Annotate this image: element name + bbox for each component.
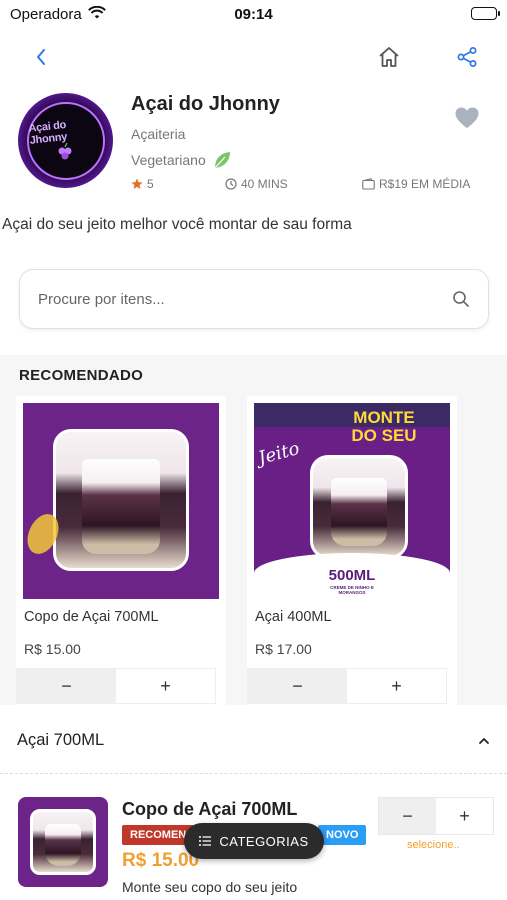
select-hint: selecione.. bbox=[407, 839, 460, 851]
delivery-time: 40 MINS bbox=[225, 177, 288, 191]
store-category: Açaiteria bbox=[131, 126, 186, 142]
star-icon bbox=[131, 178, 143, 189]
rating: 5 bbox=[131, 177, 154, 191]
favorite-button[interactable] bbox=[454, 106, 480, 135]
poster-line-2: DO SEU bbox=[351, 426, 417, 445]
back-button[interactable] bbox=[26, 42, 56, 72]
category-title[interactable]: Açai 700ML bbox=[17, 731, 104, 750]
decrease-button[interactable]: − bbox=[379, 798, 436, 834]
store-tag-label: Vegetariano bbox=[131, 152, 206, 168]
store-tag: Vegetariano bbox=[131, 150, 232, 170]
decrease-button[interactable]: − bbox=[248, 669, 347, 703]
product-card[interactable]: Copo de Açai 700ML R$ 15.00 − + bbox=[16, 396, 226, 706]
quantity-stepper: − + bbox=[247, 668, 447, 704]
share-icon bbox=[457, 47, 477, 67]
item-image[interactable] bbox=[18, 797, 108, 887]
product-image: MONTE DO SEU Jeito 500ML CREME DE NINHO … bbox=[254, 403, 450, 599]
poster-line-1: MONTE bbox=[353, 408, 415, 427]
item-description: Monte seu copo do seu jeito bbox=[122, 879, 298, 895]
item-name[interactable]: Copo de Açai 700ML bbox=[122, 799, 297, 820]
categories-button[interactable]: CATEGORIAS bbox=[184, 823, 324, 859]
poster-size: 500ML bbox=[328, 567, 376, 584]
item-price: R$ 15.00 bbox=[122, 850, 200, 871]
grape-icon bbox=[58, 142, 71, 159]
leaf-icon bbox=[214, 152, 230, 169]
home-icon bbox=[379, 47, 399, 67]
increase-button[interactable]: + bbox=[436, 798, 493, 834]
quantity-stepper: − + bbox=[16, 668, 216, 704]
search-bar[interactable] bbox=[19, 269, 489, 329]
heart-icon bbox=[455, 107, 479, 128]
status-bar: Operadora 09:14 bbox=[0, 0, 507, 30]
rating-value: 5 bbox=[147, 177, 154, 191]
search-icon[interactable] bbox=[452, 290, 470, 308]
product-card[interactable]: MONTE DO SEU Jeito 500ML CREME DE NINHO … bbox=[247, 396, 457, 706]
recommended-title: RECOMENDADO bbox=[19, 367, 144, 384]
store-description: Açai do seu jeito melhor você montar de … bbox=[2, 216, 352, 233]
average-price: R$19 EM MÉDIA bbox=[362, 177, 470, 191]
chevron-up-icon[interactable] bbox=[478, 733, 490, 751]
product-price: R$ 17.00 bbox=[255, 641, 312, 657]
clock: 09:14 bbox=[234, 6, 273, 23]
clock-icon bbox=[225, 178, 237, 190]
store-name: Açai do Jhonny bbox=[131, 93, 280, 115]
poster-script: Jeito bbox=[255, 437, 302, 470]
list-icon bbox=[199, 836, 212, 846]
battery-icon bbox=[471, 7, 500, 20]
store-logo: Açai do Jhonny bbox=[18, 93, 113, 188]
categories-label: CATEGORIAS bbox=[219, 833, 309, 849]
increase-button[interactable]: + bbox=[347, 669, 446, 703]
poster-subtitle: CREME DE NINHO E MORANGOS bbox=[330, 585, 374, 595]
wallet-icon bbox=[362, 178, 375, 190]
increase-button[interactable]: + bbox=[116, 669, 215, 703]
new-badge: NOVO bbox=[318, 825, 367, 845]
chevron-left-icon bbox=[37, 49, 45, 65]
product-price: R$ 15.00 bbox=[24, 641, 81, 657]
quantity-stepper: − + bbox=[378, 797, 494, 835]
decrease-button[interactable]: − bbox=[17, 669, 116, 703]
product-name: Açai 400ML bbox=[255, 609, 332, 625]
product-image bbox=[23, 403, 219, 599]
delivery-time-value: 40 MINS bbox=[241, 177, 288, 191]
product-name: Copo de Açai 700ML bbox=[24, 609, 159, 625]
average-price-value: R$19 EM MÉDIA bbox=[379, 177, 471, 191]
search-input[interactable] bbox=[38, 290, 452, 308]
logo-text: Açai do Jhonny bbox=[27, 118, 68, 147]
share-button[interactable] bbox=[452, 42, 482, 72]
home-button[interactable] bbox=[374, 42, 404, 72]
